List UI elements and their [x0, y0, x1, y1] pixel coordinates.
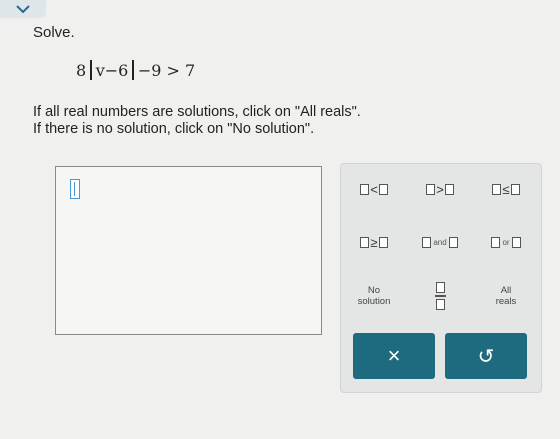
and-label: and	[433, 237, 447, 247]
greater-equal-button[interactable]: ≥	[341, 231, 407, 253]
greater-equal-symbol: ≥	[370, 234, 378, 250]
fraction-bar	[434, 295, 446, 297]
greater-than-button[interactable]: >	[407, 178, 473, 200]
placeholder-box	[378, 236, 388, 248]
placeholder-box	[492, 183, 502, 195]
close-icon: ×	[387, 343, 401, 368]
fraction-icon	[434, 282, 446, 310]
no-solution-button[interactable]: No solution	[341, 281, 407, 311]
less-than-button[interactable]: <	[341, 178, 407, 200]
no-solution-line-1: No	[367, 285, 381, 296]
placeholder-box	[448, 236, 458, 248]
all-reals-line-1: All	[500, 285, 512, 296]
equation-rest: −9 > 7	[137, 60, 196, 80]
greater-than-symbol: >	[436, 181, 444, 197]
all-reals-line-2: reals	[495, 296, 517, 307]
answer-cursor	[70, 179, 80, 199]
abs-bar-left	[90, 60, 92, 80]
fraction-button[interactable]	[407, 279, 473, 313]
placeholder-box	[378, 183, 388, 195]
and-button[interactable]: and	[407, 231, 473, 253]
less-equal-button[interactable]: ≤	[473, 178, 539, 200]
placeholder-box	[360, 183, 370, 195]
symbol-keypad: < > ≤ ≥ and or No solution All reals × ↺	[340, 163, 542, 393]
less-equal-symbol: ≤	[502, 181, 510, 197]
placeholder-box	[360, 236, 370, 248]
answer-input[interactable]	[55, 166, 322, 335]
instruction-no-solution: If there is no solution, click on "No so…	[33, 121, 315, 137]
or-label: or	[502, 237, 510, 247]
or-button[interactable]: or	[473, 231, 539, 253]
less-than-symbol: <	[370, 181, 378, 197]
chevron-down-icon	[16, 4, 30, 13]
abs-bar-right	[132, 60, 134, 80]
denominator-box	[435, 298, 445, 310]
problem-prompt: Solve.	[33, 24, 75, 41]
collapse-toggle[interactable]	[0, 0, 46, 18]
placeholder-box	[511, 236, 521, 248]
no-solution-line-2: solution	[357, 296, 391, 307]
clear-button[interactable]: ×	[353, 333, 435, 379]
undo-icon: ↺	[477, 345, 495, 368]
no-solution-label: No solution	[358, 285, 391, 307]
placeholder-box	[426, 183, 436, 195]
instruction-all-reals: If all real numbers are solutions, click…	[33, 104, 361, 120]
placeholder-box	[422, 236, 432, 248]
placeholder-box	[491, 236, 501, 248]
numerator-box	[435, 282, 445, 294]
instructions: If all real numbers are solutions, click…	[33, 104, 361, 138]
placeholder-box	[510, 183, 520, 195]
placeholder-box	[444, 183, 454, 195]
equation-inner: v−6	[95, 60, 129, 80]
all-reals-label: All reals	[496, 285, 517, 307]
problem-equation: 8 v−6 −9 > 7	[76, 60, 195, 80]
equation-coefficient: 8	[76, 60, 87, 80]
undo-button[interactable]: ↺	[445, 333, 527, 379]
all-reals-button[interactable]: All reals	[473, 281, 539, 311]
